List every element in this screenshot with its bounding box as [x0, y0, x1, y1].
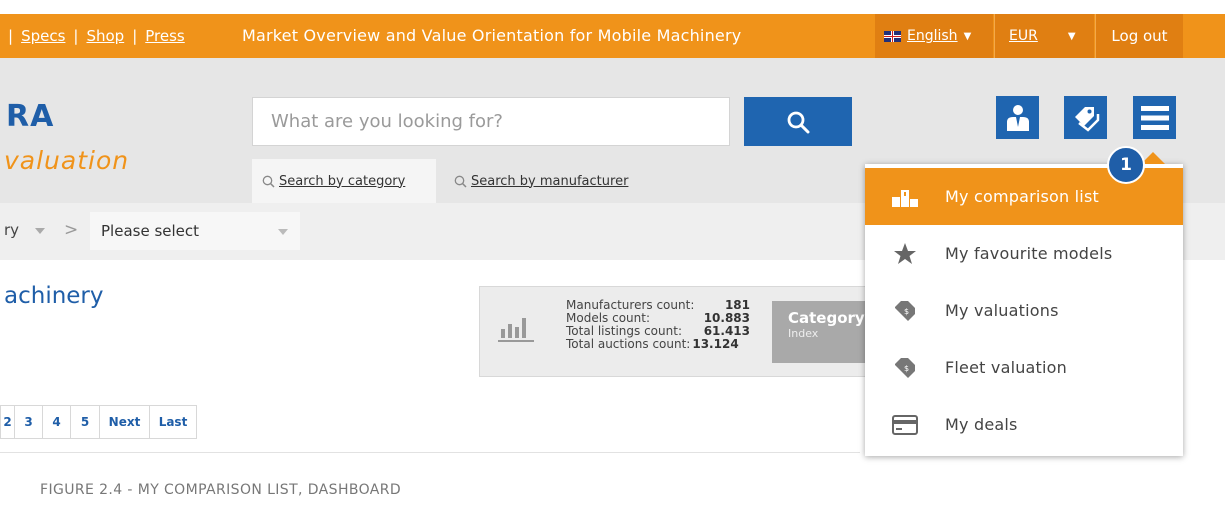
page-3-link[interactable]: 3	[15, 406, 43, 438]
caret-down-icon	[278, 229, 288, 235]
menu-item-label: My valuations	[945, 301, 1059, 320]
price-tags-button[interactable]	[1064, 96, 1107, 139]
menu-button[interactable]	[1133, 96, 1176, 139]
menu-item-fleet-valuation[interactable]: $ Fleet valuation	[865, 339, 1183, 396]
page-title: achinery	[4, 283, 104, 309]
category-title: Category	[788, 309, 865, 327]
chevron-right-icon: >	[64, 220, 79, 240]
search-icon	[454, 175, 467, 188]
category-subtitle: Index	[788, 327, 819, 340]
press-link[interactable]: Press	[145, 27, 184, 45]
shop-link[interactable]: Shop	[86, 27, 124, 45]
pagination: 2 3 4 5 Next Last	[0, 405, 197, 439]
comparison-podium-icon	[865, 187, 945, 207]
tab-label: Search by category	[279, 173, 406, 189]
logo-subtitle: valuation	[4, 146, 130, 175]
caret-down-icon	[35, 228, 45, 234]
search-box	[252, 97, 730, 146]
search-icon	[262, 175, 275, 188]
tab-label: Search by manufacturer	[471, 173, 629, 189]
svg-text:$: $	[904, 307, 909, 316]
next-page-link[interactable]: Next	[100, 406, 150, 438]
price-tag-icon: $	[865, 357, 945, 379]
menu-item-label: My deals	[945, 415, 1018, 434]
tab-search-by-category[interactable]: Search by category	[252, 159, 436, 203]
menu-item-label: My favourite models	[945, 244, 1113, 263]
subcategory-select[interactable]: Please select	[90, 212, 300, 250]
search-icon	[787, 111, 810, 133]
site-headline: Market Overview and Value Orientation fo…	[242, 26, 742, 45]
price-tag-icon: $	[865, 300, 945, 322]
star-icon	[865, 242, 945, 266]
menu-item-my-valuations[interactable]: $ My valuations	[865, 282, 1183, 339]
menu-item-label: Fleet valuation	[945, 358, 1068, 377]
search-button[interactable]	[744, 97, 852, 146]
uk-flag-icon	[884, 30, 901, 42]
breadcrumb-category[interactable]: ry	[4, 221, 19, 239]
search-input[interactable]	[253, 98, 729, 145]
specs-link[interactable]: Specs	[21, 27, 65, 45]
currency-selector[interactable]: EUR ▼	[994, 14, 1094, 58]
credit-card-icon	[865, 414, 945, 435]
top-strip	[0, 0, 1225, 14]
stats-rows: Manufacturers count: 181 Models count: 10.…	[566, 299, 750, 351]
hamburger-menu-icon	[1140, 105, 1169, 130]
language-selector[interactable]: English ▼	[875, 14, 993, 58]
caret-down-icon: ▼	[1067, 30, 1076, 42]
caret-down-icon: ▼	[963, 30, 972, 42]
step-number-badge: 1	[1107, 146, 1145, 184]
tab-search-by-manufacturer[interactable]: Search by manufacturer	[446, 159, 628, 203]
stat-row: Total auctions count: 13.124	[566, 337, 739, 351]
menu-item-my-deals[interactable]: My deals	[865, 396, 1183, 453]
price-tag-icon	[1074, 106, 1099, 132]
category-index-button[interactable]: Category Index	[772, 301, 870, 363]
top-navigation-bar: | Specs | Shop | Press Market Overview a…	[0, 14, 1225, 58]
currency-label: EUR	[1009, 28, 1038, 44]
top-links: | Specs | Shop | Press	[8, 27, 185, 45]
bar-chart-icon	[498, 318, 534, 342]
page-2-link[interactable]: 2	[1, 406, 15, 438]
user-suit-icon	[1006, 104, 1029, 131]
language-label: English	[907, 28, 958, 44]
figure-caption: FIGURE 2.4 - MY COMPARISON LIST, DASHBOA…	[40, 482, 402, 498]
divider	[0, 452, 860, 453]
stats-panel: Manufacturers count: 181 Models count: 10.…	[479, 286, 870, 377]
menu-item-favourite-models[interactable]: My favourite models	[865, 225, 1183, 282]
logout-button[interactable]: Log out	[1095, 14, 1183, 58]
menu-item-label: My comparison list	[945, 187, 1099, 206]
user-menu-dropdown: My comparison list My favourite models $…	[865, 152, 1183, 456]
page-5-link[interactable]: 5	[71, 406, 100, 438]
last-page-link[interactable]: Last	[150, 406, 196, 438]
svg-text:$: $	[904, 364, 909, 373]
page-4-link[interactable]: 4	[43, 406, 71, 438]
logo-text[interactable]: RA	[6, 99, 54, 134]
user-account-button[interactable]	[996, 96, 1039, 139]
